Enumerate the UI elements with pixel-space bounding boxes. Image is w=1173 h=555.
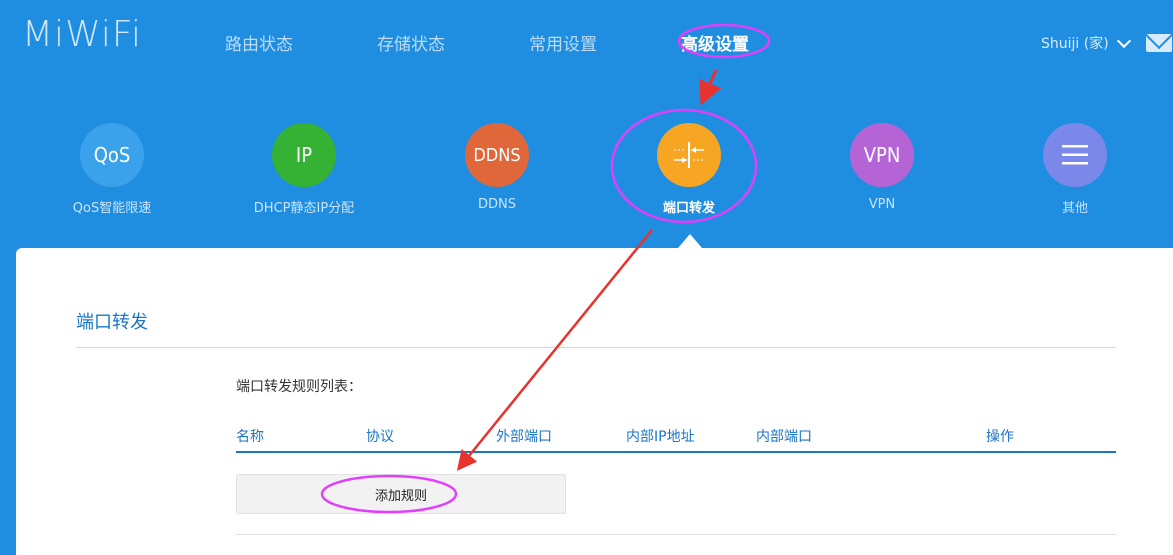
feature-qos[interactable]: QoS QoS智能限速 xyxy=(12,123,212,216)
menu-icon xyxy=(1043,123,1107,187)
ddns-icon: DDNS xyxy=(465,123,529,187)
feature-label: VPN xyxy=(868,197,896,212)
divider xyxy=(236,534,1116,535)
column-header-actions: 操作 xyxy=(986,429,1014,445)
vpn-icon: VPN xyxy=(850,123,914,187)
column-header-internal-ip: 内部IP地址 xyxy=(626,429,695,445)
feature-other[interactable]: 其他 xyxy=(975,123,1173,216)
feature-ddns[interactable]: DDNS DDNS xyxy=(397,123,597,212)
column-header-external-port: 外部端口 xyxy=(496,429,552,445)
feature-label: QoS智能限速 xyxy=(72,201,152,216)
feature-port-forwarding[interactable]: 端口转发 xyxy=(589,123,789,216)
column-header-protocol: 协议 xyxy=(366,429,394,445)
annotation-arrow xyxy=(699,69,722,106)
feature-label: 端口转发 xyxy=(662,201,715,216)
top-nav: 路由状态 存储状态 常用设置 高级设置 xyxy=(0,30,900,60)
column-header-name: 名称 xyxy=(236,429,264,445)
nav-storage-status[interactable]: 存储状态 xyxy=(377,30,445,55)
content-panel: 端口转发 端口转发规则列表： 名称 协议 外部端口 内部IP地址 内部端口 操作… xyxy=(16,248,1173,555)
table-header-underline xyxy=(236,451,1116,453)
port-forward-icon xyxy=(657,123,721,187)
active-pointer xyxy=(678,234,702,248)
mail-icon[interactable] xyxy=(1146,34,1172,52)
user-menu[interactable]: Shuiji (家) xyxy=(1041,33,1131,53)
feature-label: 其他 xyxy=(1061,201,1088,216)
nav-router-status[interactable]: 路由状态 xyxy=(225,30,293,55)
add-rule-button[interactable]: 添加规则 xyxy=(236,474,566,514)
feature-vpn[interactable]: VPN VPN xyxy=(782,123,982,212)
feature-label: DDNS xyxy=(478,197,516,212)
feature-label: DHCP静态IP分配 xyxy=(253,201,355,216)
nav-common-settings[interactable]: 常用设置 xyxy=(529,30,597,55)
page-title: 端口转发 xyxy=(76,312,148,333)
chevron-down-icon xyxy=(1116,33,1131,48)
nav-advanced-settings[interactable]: 高级设置 xyxy=(681,30,749,55)
column-header-internal-port: 内部端口 xyxy=(756,429,812,445)
divider xyxy=(76,347,1116,348)
qos-icon: QoS xyxy=(80,123,144,187)
rule-list-title: 端口转发规则列表： xyxy=(236,379,362,395)
user-name: Shuiji (家) xyxy=(1041,36,1109,52)
feature-dhcp-static-ip[interactable]: IP DHCP静态IP分配 xyxy=(204,123,404,216)
ip-icon: IP xyxy=(272,123,336,187)
